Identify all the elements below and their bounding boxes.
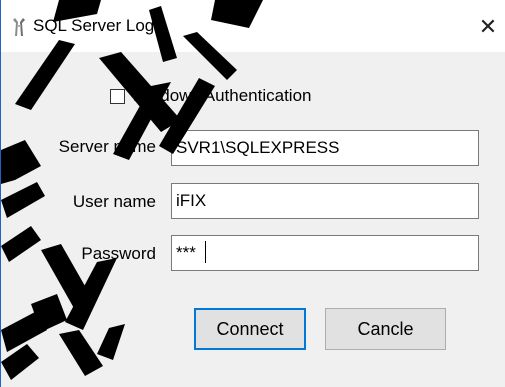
user-name-input[interactable] bbox=[171, 183, 479, 219]
server-name-input[interactable] bbox=[171, 130, 479, 166]
window-title: SQL Server Login bbox=[33, 16, 168, 35]
login-dialog: SQL Server Login ✕ Windows Authenticatio… bbox=[0, 0, 505, 387]
server-name-label: Server name bbox=[58, 137, 156, 156]
windows-auth-row: Windows Authentication bbox=[110, 86, 312, 106]
password-input[interactable] bbox=[171, 235, 479, 271]
password-label: Password bbox=[81, 244, 156, 263]
app-icon bbox=[12, 17, 26, 37]
title-bar: SQL Server Login ✕ bbox=[1, 0, 505, 52]
text-caret bbox=[205, 241, 206, 263]
close-icon: ✕ bbox=[478, 14, 498, 39]
close-button[interactable]: ✕ bbox=[471, 10, 505, 44]
windows-auth-label[interactable]: Windows Authentication bbox=[131, 86, 312, 106]
cancel-button[interactable]: Cancle bbox=[325, 308, 446, 350]
connect-button[interactable]: Connect bbox=[194, 308, 306, 350]
windows-auth-checkbox[interactable] bbox=[110, 88, 125, 104]
user-name-label: User name bbox=[72, 192, 156, 211]
